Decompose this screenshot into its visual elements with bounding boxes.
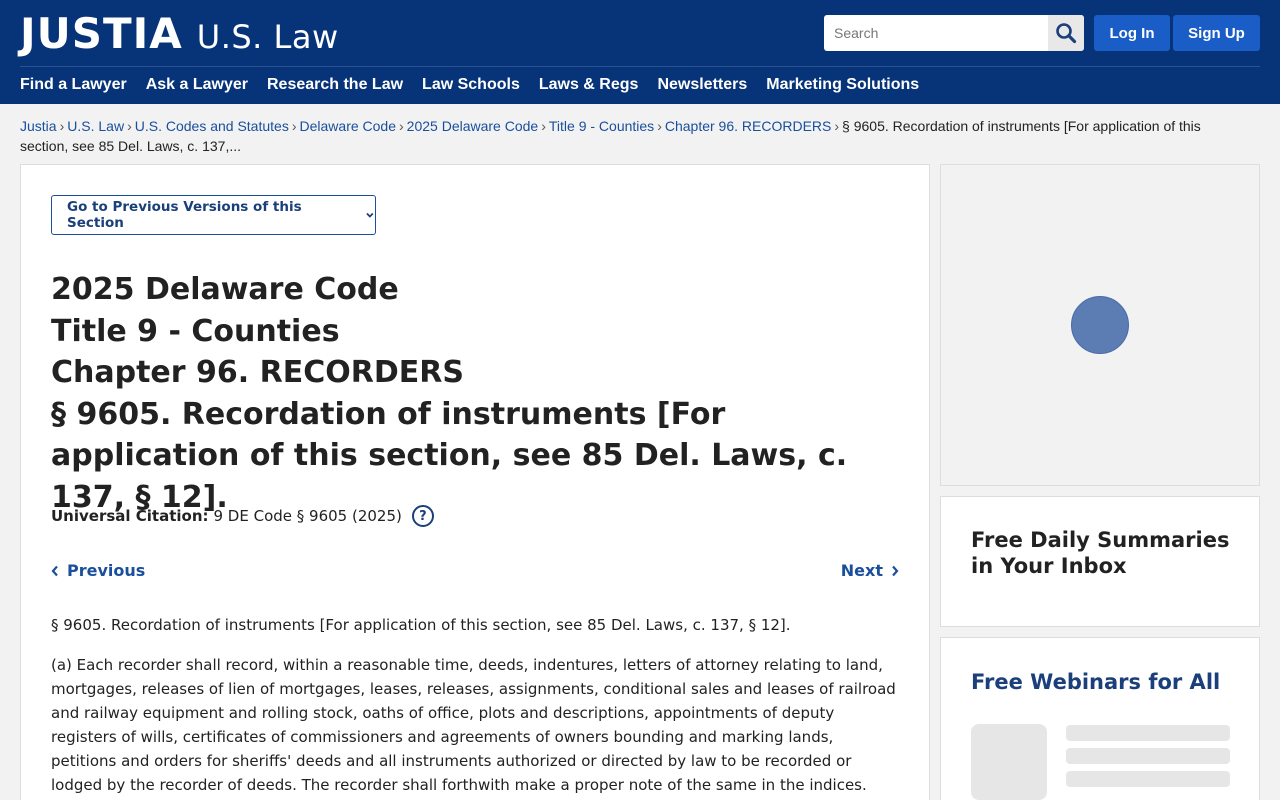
nav-laws-regs[interactable]: Laws & Regs [539, 75, 639, 95]
webinar-text-placeholder [1066, 771, 1230, 787]
breadcrumb-separator: › [59, 118, 65, 134]
signup-button[interactable]: Sign Up [1173, 15, 1260, 51]
chevron-right-icon [892, 565, 899, 576]
previous-versions-dropdown[interactable]: Go to Previous Versions of this Section [51, 195, 376, 235]
citation-value: 9 DE Code § 9605 (2025) [213, 507, 402, 525]
login-button[interactable]: Log In [1094, 15, 1170, 51]
universal-citation: Universal Citation: 9 DE Code § 9605 (20… [51, 505, 434, 527]
logo-sub-text: U.S. Law [196, 18, 339, 56]
page-title: 2025 Delaware Code Title 9 - Counties Ch… [51, 269, 891, 518]
nav-marketing-solutions[interactable]: Marketing Solutions [766, 75, 919, 95]
breadcrumb-us-law[interactable]: U.S. Law [67, 118, 124, 134]
help-icon[interactable]: ? [411, 505, 434, 527]
breadcrumb-title-9[interactable]: Title 9 - Counties [549, 118, 654, 134]
title-title: Title 9 - Counties [51, 313, 340, 349]
loading-spinner-icon [1071, 296, 1129, 354]
breadcrumb-chapter-96[interactable]: Chapter 96. RECORDERS [665, 118, 832, 134]
section-body-text: (a) Each recorder shall record, within a… [51, 656, 896, 794]
breadcrumb-separator: › [541, 118, 546, 134]
next-section-link[interactable]: Next [841, 561, 899, 580]
previous-versions-label: Go to Previous Versions of this Section [67, 199, 302, 231]
site-header: JUSTIA U.S. Law Log In Sign Up Find a La… [0, 0, 1280, 104]
breadcrumb-us-codes[interactable]: U.S. Codes and Statutes [135, 118, 289, 134]
nav-law-schools[interactable]: Law Schools [422, 75, 520, 95]
nav-divider [20, 66, 1260, 67]
title-section: § 9605. Recordation of instruments [For … [51, 396, 848, 515]
nav-ask-a-lawyer[interactable]: Ask a Lawyer [146, 75, 248, 95]
breadcrumb-justia[interactable]: Justia [20, 118, 57, 134]
previous-label: Previous [67, 561, 146, 580]
breadcrumb-delaware-code[interactable]: Delaware Code [300, 118, 397, 134]
breadcrumb: Justia › U.S. Law › U.S. Codes and Statutes ›… [20, 116, 1240, 156]
breadcrumb-separator: › [834, 118, 840, 134]
section-heading: § 9605. Recordation of instruments [For … [51, 616, 791, 634]
breadcrumb-separator: › [657, 118, 662, 134]
main-nav: Find a Lawyer Ask a Lawyer Research the … [20, 75, 938, 95]
breadcrumb-separator: › [399, 118, 404, 134]
breadcrumb-separator: › [291, 118, 297, 134]
nav-research-the-law[interactable]: Research the Law [267, 75, 403, 95]
chevron-left-icon [51, 565, 58, 576]
main-content: Go to Previous Versions of this Section … [20, 164, 930, 800]
chevron-down-icon [366, 212, 374, 218]
newsletter-card: Free Daily Summaries in Your Inbox [940, 496, 1260, 627]
newsletter-title[interactable]: Free Daily Summaries in Your Inbox [971, 527, 1241, 579]
title-code-year: 2025 Delaware Code [51, 272, 399, 307]
breadcrumb-2025-delaware-code[interactable]: 2025 Delaware Code [407, 118, 539, 134]
breadcrumb-separator: › [127, 118, 132, 134]
citation-label: Universal Citation: [51, 507, 209, 525]
search-button[interactable] [1048, 15, 1084, 51]
title-chapter: Chapter 96. RECORDERS [51, 355, 464, 390]
previous-section-link[interactable]: Previous [51, 561, 145, 580]
justia-logo[interactable]: JUSTIA U.S. Law [20, 12, 339, 59]
webinar-thumbnail-placeholder [971, 724, 1047, 800]
search-input[interactable] [824, 15, 1048, 51]
nav-find-a-lawyer[interactable]: Find a Lawyer [20, 75, 127, 95]
webinar-text-placeholder [1066, 748, 1230, 764]
webinar-card: Free Webinars for All [940, 637, 1260, 800]
webinar-text-placeholder [1066, 725, 1230, 741]
nav-newsletters[interactable]: Newsletters [657, 75, 747, 95]
next-label: Next [840, 561, 883, 580]
search-icon [1056, 23, 1077, 44]
ad-placeholder [940, 164, 1260, 486]
webinar-title[interactable]: Free Webinars for All [971, 668, 1220, 696]
search-box [824, 15, 1084, 51]
logo-main-text: JUSTIA [20, 9, 183, 58]
